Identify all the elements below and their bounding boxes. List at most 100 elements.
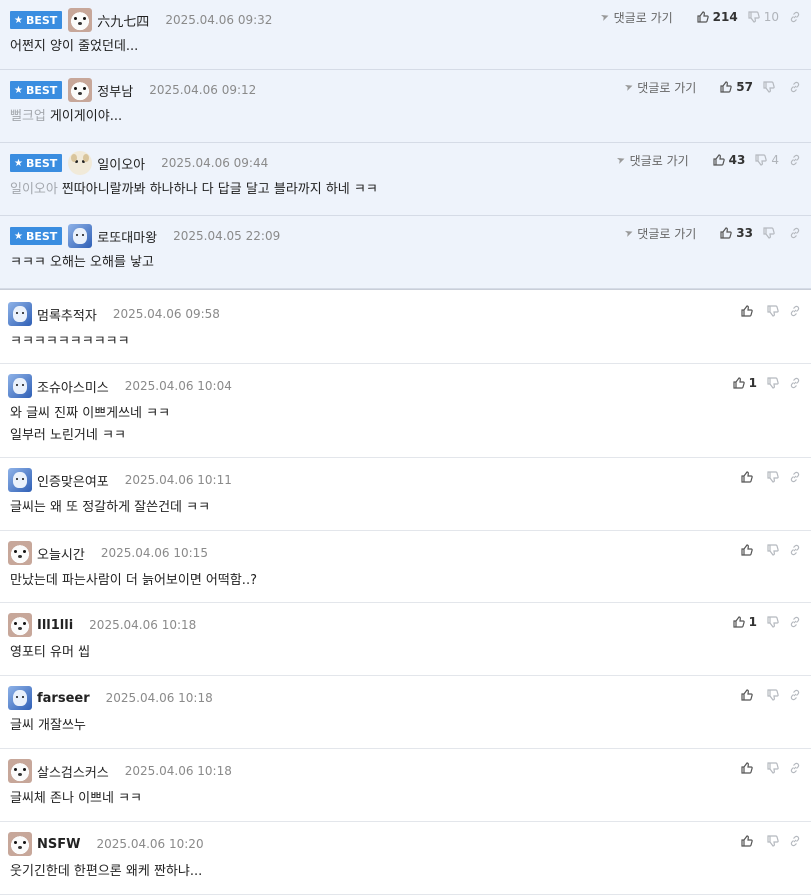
share-link-button[interactable] [789, 154, 801, 166]
like-button[interactable]: 214 [697, 10, 738, 24]
like-button[interactable]: 57 [720, 80, 753, 94]
comment-body: ㅋㅋㅋ 오해는 오해를 낳고 [10, 252, 154, 274]
regular-comment-list: 멈록추적자 2025.04.06 09:58 ㅋㅋㅋㅋㅋㅋㅋㅋㅋㅋ 조슈아스미스 202… [0, 292, 811, 895]
like-button[interactable] [741, 835, 757, 847]
avatar[interactable] [8, 613, 32, 637]
go-to-reply-link[interactable]: ➤ 댓글로 가기 [623, 225, 696, 242]
avatar[interactable] [68, 8, 93, 32]
comment-body: 어쩐지 양이 줄었던데... [10, 36, 138, 58]
comment-text: 찐따아니랄까봐 하나하나 다 답글 달고 블라까지 하네 ㅋㅋ [61, 182, 378, 197]
avatar[interactable] [68, 151, 93, 175]
comment-actions: ➤ 댓글로 가기 43 4 [616, 149, 801, 171]
link-icon [790, 689, 800, 701]
dislike-button[interactable] [767, 305, 779, 317]
share-link-button[interactable] [789, 544, 801, 556]
star-icon: ★ [14, 157, 23, 169]
share-link-button[interactable] [789, 305, 801, 317]
thumbs-down-icon [767, 471, 779, 483]
like-button[interactable] [741, 544, 757, 556]
thumbs-down-icon [748, 11, 760, 23]
share-link-button[interactable] [789, 227, 801, 239]
avatar[interactable] [68, 78, 93, 102]
like-count: 33 [736, 226, 753, 240]
dislike-button[interactable] [767, 377, 779, 389]
avatar[interactable] [8, 832, 32, 856]
go-to-reply-link[interactable]: ➤ 댓글로 가기 [616, 152, 689, 169]
nickname[interactable]: 멈록추적자 [37, 305, 97, 324]
share-link-button[interactable] [789, 835, 801, 847]
dislike-count: 10 [763, 10, 779, 24]
navigation-arrow-icon: ➤ [623, 80, 635, 94]
nickname[interactable]: NSFW [37, 837, 80, 852]
avatar[interactable] [8, 686, 32, 710]
dislike-button[interactable] [763, 81, 779, 93]
comment-actions: 1 [723, 372, 801, 394]
nickname[interactable]: 오늘시간 [37, 544, 85, 563]
share-link-button[interactable] [789, 471, 801, 483]
like-button[interactable]: 1 [733, 376, 757, 390]
nickname[interactable]: 살스검스커스 [37, 762, 109, 781]
dislike-button[interactable] [767, 471, 779, 483]
avatar[interactable] [8, 468, 32, 492]
best-comment: ★ BEST 일이오아 2025.04.06 09:44 ➤ 댓글로 가기 43 4… [0, 143, 811, 216]
nickname[interactable]: 일이오아 [97, 154, 145, 173]
like-button[interactable] [741, 762, 757, 774]
like-count: 43 [728, 153, 746, 167]
thumbs-down-icon [767, 616, 779, 628]
share-link-button[interactable] [789, 377, 801, 389]
comment-body: 와 글씨 진짜 이쁘게쓰네 ㅋㅋ 일부러 노린거네 ㅋㅋ [10, 403, 170, 447]
comment-date: 2025.04.06 10:15 [100, 546, 208, 560]
dislike-button[interactable] [767, 835, 779, 847]
go-to-reply-link[interactable]: ➤ 댓글로 가기 [600, 9, 673, 26]
navigation-arrow-icon: ➤ [623, 226, 635, 240]
like-button[interactable] [741, 689, 757, 701]
avatar[interactable] [8, 759, 32, 783]
avatar[interactable] [8, 541, 32, 565]
thumbs-down-icon [767, 377, 779, 389]
comment-header: NSFW 2025.04.06 10:20 [8, 832, 204, 856]
nickname[interactable]: 로또대마왕 [97, 227, 157, 246]
share-link-button[interactable] [789, 689, 801, 701]
like-button[interactable]: 1 [733, 615, 757, 629]
dislike-button[interactable] [767, 544, 779, 556]
link-icon [790, 305, 800, 317]
share-link-button[interactable] [789, 81, 801, 93]
dislike-button[interactable] [767, 689, 779, 701]
like-button[interactable] [741, 305, 757, 317]
comment: 인증맞은여포 2025.04.06 10:11 글씨는 왜 또 정갈하게 잘쓴건데 … [0, 458, 811, 531]
comment-header: 멈록추적자 2025.04.06 09:58 [8, 302, 220, 326]
like-button[interactable] [741, 471, 757, 483]
nickname[interactable]: farseer [37, 691, 90, 706]
avatar[interactable] [8, 302, 32, 326]
nickname[interactable]: 인증맞은여포 [37, 471, 109, 490]
reply-mention[interactable]: 일이오아 [10, 182, 58, 197]
comment-actions [731, 684, 801, 706]
like-button[interactable]: 33 [720, 226, 753, 240]
comment-actions [731, 757, 801, 779]
comment-text-line: 일부러 노린거네 ㅋㅋ [10, 428, 126, 443]
share-link-button[interactable] [789, 616, 801, 628]
dislike-count: 4 [771, 153, 779, 167]
nickname[interactable]: Ill1lli [37, 618, 73, 633]
nickname[interactable]: 조슈아스미스 [37, 377, 109, 396]
avatar[interactable] [8, 374, 32, 398]
comment: 조슈아스미스 2025.04.06 10:04 1 와 글씨 진짜 이쁘게쓰네 ㅋㅋ 일… [0, 364, 811, 458]
like-count: 1 [748, 615, 757, 629]
dislike-button[interactable] [763, 227, 779, 239]
nickname[interactable]: 정부남 [97, 81, 133, 100]
comment-header: ★ BEST 六九七四 2025.04.06 09:32 [10, 8, 272, 32]
dislike-button[interactable] [767, 616, 779, 628]
reply-mention[interactable]: 뻘크업 [10, 109, 46, 124]
comment-header: ★ BEST 로또대마왕 2025.04.05 22:09 [10, 224, 280, 248]
go-to-reply-link[interactable]: ➤ 댓글로 가기 [623, 79, 696, 96]
share-link-button[interactable] [789, 11, 801, 23]
share-link-button[interactable] [789, 762, 801, 774]
like-button[interactable]: 43 [713, 153, 746, 167]
dislike-button[interactable] [767, 762, 779, 774]
like-count: 214 [712, 10, 738, 24]
dislike-button[interactable]: 10 [748, 10, 779, 24]
comment-header: farseer 2025.04.06 10:18 [8, 686, 213, 710]
dislike-button[interactable]: 4 [755, 153, 779, 167]
avatar[interactable] [68, 224, 93, 248]
nickname[interactable]: 六九七四 [97, 11, 149, 30]
